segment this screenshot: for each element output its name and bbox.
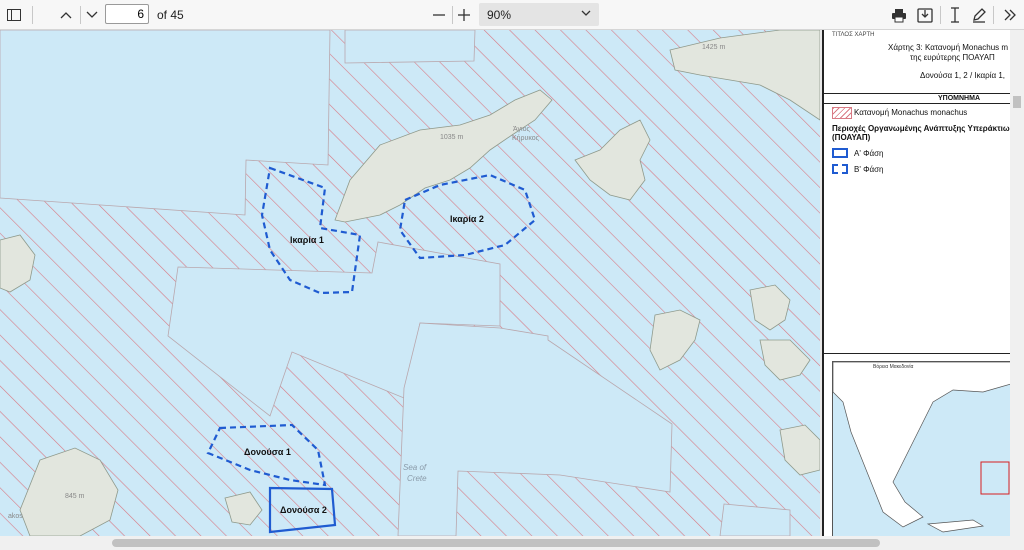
inset-crete [926, 519, 985, 533]
pen-icon[interactable] [967, 3, 991, 27]
inset-map: Βόρεια Μακεδονία [832, 361, 1010, 536]
toolbar-divider [32, 6, 33, 24]
legend-header: ΥΠΟΜΝΗΜΑ [938, 95, 980, 102]
chevron-down-icon [581, 6, 591, 23]
chevron-up-icon[interactable] [54, 3, 78, 27]
legend-phase-b-swatch [832, 164, 848, 174]
peak-label-sw: 845 m [65, 493, 85, 500]
page-total-label: of 45 [157, 8, 184, 22]
place-label-sw: akos [8, 513, 23, 520]
panel-divider [824, 103, 1010, 104]
map-title-line1: Χάρτης 3: Κατανομή Monachus m [888, 43, 1009, 52]
legend-phase-a-swatch [832, 148, 848, 158]
area-label-donousa-2: Δονούσα 2 [280, 505, 327, 515]
area-label-donousa-1: Δονούσα 1 [244, 447, 291, 457]
double-chevron-right-icon[interactable] [998, 3, 1022, 27]
zoom-in-plus-icon[interactable] [452, 3, 476, 27]
panel-divider [824, 93, 1010, 94]
legend-distribution-label: Κατανομή Monachus monachus [854, 108, 968, 117]
map-canvas: Ικαρία 1 Ικαρία 2 Δονούσα 1 Δονούσα 2 Se… [0, 30, 820, 536]
map-info-panel: ΤΙΤΛΟΣ ΧΑΡΤΗ Χάρτης 3: Κατανομή Monachus… [822, 30, 1010, 536]
zoom-value: 90% [487, 8, 512, 22]
toolbar-divider [993, 6, 994, 24]
zoom-select[interactable]: 90% [479, 3, 599, 26]
inset-extent-box [980, 461, 1010, 495]
legend-hatch-swatch [832, 107, 852, 119]
page-number-input[interactable] [105, 4, 149, 24]
inset-label: Βόρεια Μακεδονία [873, 364, 914, 370]
sidebar-icon[interactable] [2, 3, 26, 27]
sea-label-line1: Sea of [403, 463, 427, 472]
area-label-ikaria-2: Ικαρία 2 [450, 214, 484, 224]
print-icon[interactable] [887, 3, 911, 27]
toolbar-divider [940, 6, 941, 24]
vertical-scrollbar[interactable] [1010, 30, 1024, 536]
save-icon[interactable] [913, 3, 937, 27]
pdf-toolbar: of 45 90% [0, 0, 1024, 30]
peak-label-ne: 1425 m [702, 44, 726, 51]
map-view[interactable]: Ικαρία 1 Ικαρία 2 Δονούσα 1 Δονούσα 2 Se… [0, 30, 820, 536]
scroll-thumb[interactable] [112, 539, 880, 547]
sea-label-line2: Crete [407, 474, 427, 483]
inset-greece-mainland [833, 362, 1010, 528]
area-label-ikaria-1: Ικαρία 1 [290, 235, 324, 245]
peak-label-ikaria: 1035 m [440, 134, 464, 141]
legend-phase-a-label: Α' Φάση [854, 149, 884, 158]
place-label-agios: Άγιος [513, 126, 530, 133]
horizontal-scrollbar[interactable] [0, 536, 1024, 550]
legend-group-title-2: (ΠΟΑΥΑΠ) [832, 133, 871, 142]
text-cursor-icon[interactable] [943, 3, 967, 27]
title-header: ΤΙΤΛΟΣ ΧΑΡΤΗ [832, 32, 875, 38]
map-title-line3: Δονούσα 1, 2 / Ικαρία 1, [920, 71, 1006, 80]
panel-divider [824, 353, 1010, 354]
legend-phase-b-label: Β' Φάση [854, 165, 884, 174]
legend-group-title-1: Περιοχές Οργανωμένης Ανάπτυξης Υπεράκτιω [832, 124, 1010, 133]
chevron-down-icon[interactable] [80, 3, 104, 27]
zoom-out-minus-icon[interactable] [427, 3, 451, 27]
scroll-thumb[interactable] [1013, 96, 1021, 108]
place-label-kirykos: Κήρυκος [512, 135, 540, 142]
map-title-line2: της ευρύτερης ΠΟΑΥΑΠ [910, 53, 995, 62]
